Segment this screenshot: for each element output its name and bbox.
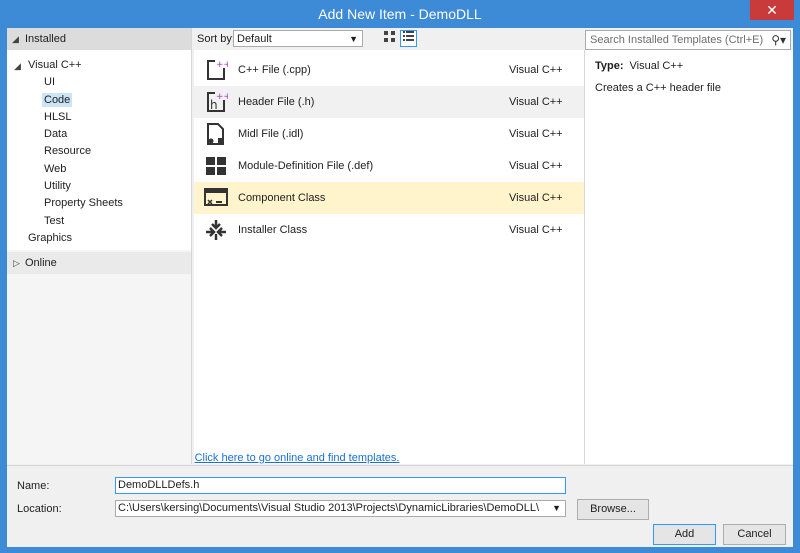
template-description: Creates a C++ header file <box>595 82 721 94</box>
template-language: Visual C++ <box>509 64 563 76</box>
template-type: Type: Visual C++ <box>595 60 683 72</box>
tree-item-resource[interactable]: Resource <box>44 145 91 157</box>
tree-installed-label: Installed <box>25 33 66 45</box>
tree-item-web[interactable]: Web <box>44 163 66 175</box>
name-input[interactable]: DemoDLLDefs.h <box>115 477 566 494</box>
browse-button[interactable]: Browse... <box>577 499 649 520</box>
name-label: Name: <box>17 480 50 492</box>
type-label: Type: <box>595 60 624 72</box>
tree-item-graphics[interactable]: Graphics <box>28 232 72 244</box>
expand-arrow-icon[interactable]: ◢ <box>14 61 21 72</box>
small-icons-view-button[interactable] <box>381 30 398 47</box>
template-row-midl[interactable]: Midl File (.idl) Visual C++ <box>194 118 584 150</box>
find-templates-online-link[interactable]: Click here to go online and find templat… <box>7 452 587 464</box>
template-info-pane: Type: Visual C++ Creates a C++ header fil… <box>585 50 793 464</box>
tree-item-test[interactable]: Test <box>44 215 64 227</box>
template-language: Visual C++ <box>509 128 563 140</box>
tree-item-visual-cpp[interactable]: Visual C++ <box>28 59 82 71</box>
component-class-icon <box>204 188 228 206</box>
template-language: Visual C++ <box>509 224 563 236</box>
template-language: Visual C++ <box>509 96 563 108</box>
template-name: Module-Definition File (.def) <box>238 160 374 172</box>
template-row-component-class[interactable]: Component Class Visual C++ <box>194 182 584 214</box>
template-name: C++ File (.cpp) <box>238 64 311 76</box>
search-icon[interactable]: ⚲▾ <box>771 31 786 49</box>
add-button[interactable]: Add <box>653 524 716 545</box>
item-form: Name: DemoDLLDefs.h Location: C:\Users\k… <box>7 465 793 547</box>
tree-item-data[interactable]: Data <box>44 128 67 140</box>
chevron-down-icon: ▼ <box>552 503 561 513</box>
svg-text:++: ++ <box>216 60 228 70</box>
location-label: Location: <box>17 503 62 515</box>
type-value: Visual C++ <box>629 60 684 72</box>
sort-by-select[interactable]: Default ▼ <box>233 30 363 47</box>
tree-item-ui[interactable]: UI <box>44 76 55 88</box>
tree-item-property-sheets[interactable]: Property Sheets <box>44 197 123 209</box>
tree-online-header[interactable]: ▷ Online <box>7 252 191 274</box>
cpp-file-icon: ++ <box>207 60 228 80</box>
tree-installed-header[interactable]: ◢ Installed <box>7 28 191 50</box>
template-name: Header File (.h) <box>238 96 315 108</box>
dialog-window: Add New Item - DemoDLL ✕ ◢ Installed ◢ V… <box>0 0 800 553</box>
svg-text:++: ++ <box>216 92 228 102</box>
dialog-client-area: ◢ Installed ◢ Visual C++ UI Code HLSL Da… <box>7 28 793 547</box>
tree-item-code[interactable]: Code <box>42 93 73 107</box>
sort-by-label: Sort by: <box>197 33 235 45</box>
tree-item-utility[interactable]: Utility <box>44 180 71 192</box>
location-value: C:\Users\kersing\Documents\Visual Studio… <box>118 502 540 514</box>
installed-tree-area: ◢ Visual C++ UI Code HLSL Data Resource … <box>7 50 191 250</box>
template-row-installer-class[interactable]: Installer Class Visual C++ <box>194 214 584 246</box>
chevron-down-icon: ▼ <box>349 34 358 44</box>
collapse-arrow-icon[interactable]: ◢ <box>12 34 19 45</box>
list-icon <box>403 31 414 41</box>
window-title: Add New Item - DemoDLL <box>318 6 482 22</box>
installer-class-icon <box>206 220 226 240</box>
location-select[interactable]: C:\Users\kersing\Documents\Visual Studio… <box>115 500 566 517</box>
midl-file-icon <box>207 123 224 145</box>
search-placeholder: Search Installed Templates (Ctrl+E) <box>590 34 764 46</box>
tree-item-hlsl[interactable]: HLSL <box>44 111 72 123</box>
sort-by-value: Default <box>237 33 272 45</box>
header-file-icon: h++ <box>207 92 228 112</box>
list-view-button[interactable] <box>400 30 417 47</box>
template-language: Visual C++ <box>509 192 563 204</box>
cancel-button[interactable]: Cancel <box>723 524 786 545</box>
template-language: Visual C++ <box>509 160 563 172</box>
expand-arrow-icon[interactable]: ▷ <box>13 258 20 269</box>
module-definition-icon <box>206 157 226 175</box>
template-name: Component Class <box>238 192 326 204</box>
template-row-header[interactable]: h ++ Header File (.h) Visual C++ <box>194 86 584 118</box>
tree-online-label: Online <box>25 257 57 269</box>
close-button[interactable]: ✕ <box>750 0 794 20</box>
title-bar: Add New Item - DemoDLL ✕ <box>0 0 800 28</box>
template-name: Midl File (.idl) <box>238 128 304 140</box>
template-name: Installer Class <box>238 224 308 236</box>
search-templates-input[interactable]: Search Installed Templates (Ctrl+E) ⚲▾ <box>585 30 791 50</box>
template-row-module-definition[interactable]: Module-Definition File (.def) Visual C++ <box>194 150 584 182</box>
template-toolbar: Sort by: Default ▼ Search Installed Temp… <box>192 28 793 50</box>
category-tree: ◢ Installed ◢ Visual C++ UI Code HLSL Da… <box>7 28 192 464</box>
template-row-cpp[interactable]: ++ C++ File (.cpp) Visual C++ <box>194 54 584 86</box>
grid-icon <box>384 31 395 42</box>
template-list: ++ C++ File (.cpp) Visual C++ h ++ Header… <box>194 50 585 464</box>
